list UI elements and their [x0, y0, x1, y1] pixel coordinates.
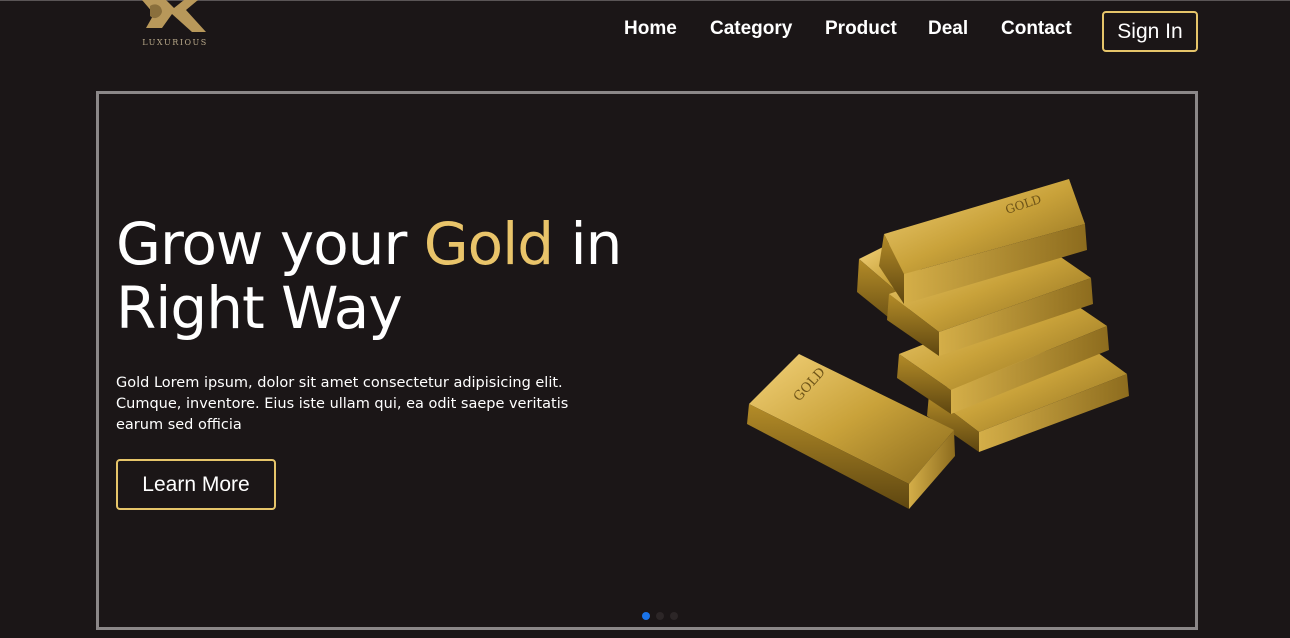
hero-description: Gold Lorem ipsum, dolor sit amet consect… — [116, 375, 569, 433]
learn-more-button[interactable]: Learn More — [116, 459, 276, 510]
nav-product[interactable]: Product — [825, 18, 897, 40]
carousel-dot-1[interactable] — [642, 612, 650, 620]
nav-contact[interactable]: Contact — [1001, 18, 1072, 40]
nav-category[interactable]: Category — [710, 18, 792, 40]
sign-in-button[interactable]: Sign In — [1102, 11, 1198, 52]
carousel-dot-2[interactable] — [656, 612, 664, 620]
carousel-dot-3[interactable] — [670, 612, 678, 620]
nav-home[interactable]: Home — [624, 18, 677, 40]
carousel-indicators — [642, 612, 692, 622]
hero-title-highlight: Gold — [423, 210, 554, 278]
main-nav: Home Category Product Deal Contact — [0, 16, 1290, 44]
hero-title-part1: Grow your — [116, 210, 424, 278]
nav-deal[interactable]: Deal — [928, 18, 968, 40]
hero-carousel: Grow your Gold in Right Way Gold Lorem i… — [96, 91, 1198, 630]
gold-bars-image: GOLD GOLD — [747, 179, 1129, 509]
hero-title: Grow your Gold in Right Way — [116, 212, 676, 340]
